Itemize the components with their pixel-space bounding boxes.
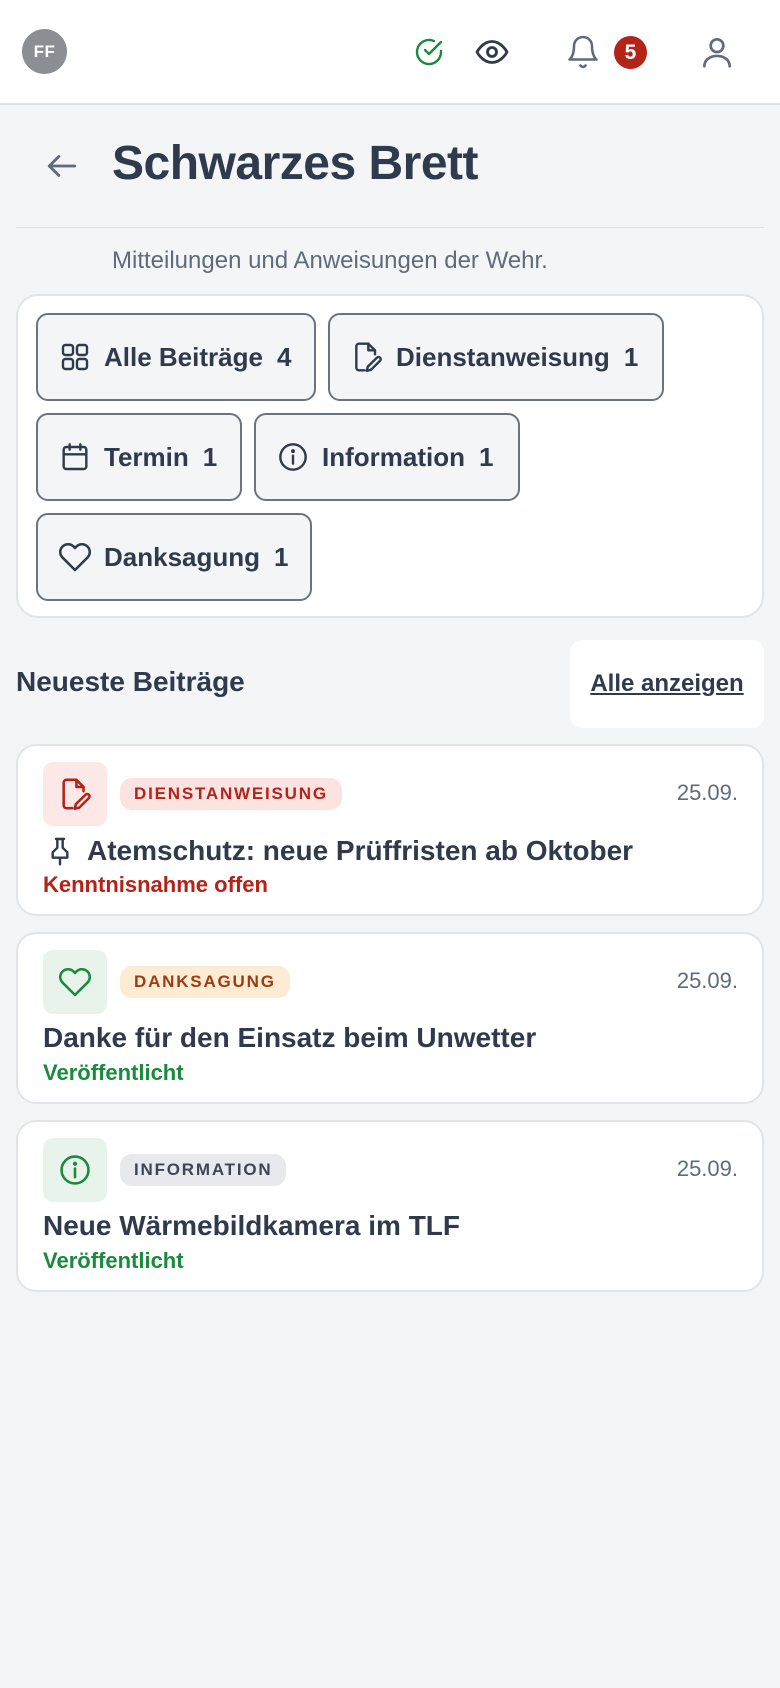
post-status: Veröffentlicht [43,1248,184,1273]
show-all-link[interactable]: Alle anzeigen [570,640,764,728]
avatar-initials: FF [33,41,56,61]
post-date: 25.09. [676,780,738,805]
filter-panel: Alle Beiträge 4 Dienstanweisung 1 Termin… [16,294,764,618]
filter-label: Danksagung [104,541,261,572]
post-category-icon [43,1138,107,1202]
post-title: Neue Wärmebildkamera im TLF [43,1210,460,1242]
grid-icon [58,340,92,374]
filter-chip-information[interactable]: Information 1 [254,413,520,501]
post-date: 25.09. [676,1156,738,1181]
heart-icon [58,540,92,574]
notification-count: 5 [624,40,637,64]
filter-chip-dienstanweisung[interactable]: Dienstanweisung 1 [328,313,664,401]
post-status: Veröffentlicht [43,1060,184,1085]
calendar-icon [58,440,92,474]
eye-icon[interactable] [470,30,514,74]
filter-chip-termin[interactable]: Termin 1 [36,413,242,501]
filter-label: Information [322,441,465,472]
filter-chip-alle-beitraege[interactable]: Alle Beiträge 4 [36,313,316,401]
category-badge: DIENSTANWEISUNG [120,778,342,810]
category-badge: DANKSAGUNG [120,966,290,998]
page-subtitle: Mitteilungen und Anweisungen der Wehr. [112,247,548,274]
filter-label: Alle Beiträge [104,341,263,372]
arrow-left-icon [47,155,77,177]
filter-chip-danksagung[interactable]: Danksagung 1 [36,513,312,601]
post-title: Danke für den Einsatz beim Unwetter [43,1022,536,1054]
filter-label: Dienstanweisung [396,341,610,372]
pin-icon [43,834,77,868]
post-date: 25.09. [676,968,738,993]
page-header: Schwarzes Brett [16,126,764,228]
filter-count: 1 [623,341,639,372]
post-card[interactable]: DIENSTANWEISUNG 25.09. Atemschutz: neue … [16,744,764,916]
user-icon[interactable] [695,30,739,74]
post-card[interactable]: INFORMATION 25.09. Neue Wärmebildkamera … [16,1120,764,1292]
filter-count: 1 [479,441,494,472]
filter-count: 1 [274,541,289,572]
post-title-text: Danke für den Einsatz beim Unwetter [43,1022,537,1053]
back-button[interactable] [40,144,84,188]
file-edit-icon [350,340,384,374]
notification-badge: 5 [614,36,647,69]
filter-count: 4 [276,341,292,372]
top-bar: FF 5 [0,0,780,105]
heart-icon [58,967,92,997]
info-icon [276,440,310,474]
filter-count: 1 [202,441,218,472]
bell-icon[interactable] [561,30,605,74]
check-circle-icon[interactable] [407,30,451,74]
post-title-text: Atemschutz: neue Prüffristen ab Oktober [87,835,634,866]
post-status: Kenntnisnahme offen [43,872,268,897]
section-title: Neueste Beiträge [16,666,245,697]
post-title: Atemschutz: neue Prüffristen ab Oktober [43,834,633,868]
post-category-icon [43,762,107,826]
category-badge: INFORMATION [120,1154,287,1186]
avatar[interactable]: FF [22,29,67,74]
filter-label: Termin [104,441,189,472]
post-category-icon [43,950,107,1014]
file-edit-icon [62,778,91,811]
info-icon [60,1155,90,1185]
post-title-text: Neue Wärmebildkamera im TLF [43,1210,461,1241]
post-card[interactable]: DANKSAGUNG 25.09. Danke für den Einsatz … [16,932,764,1104]
page-title: Schwarzes Brett [112,137,478,190]
